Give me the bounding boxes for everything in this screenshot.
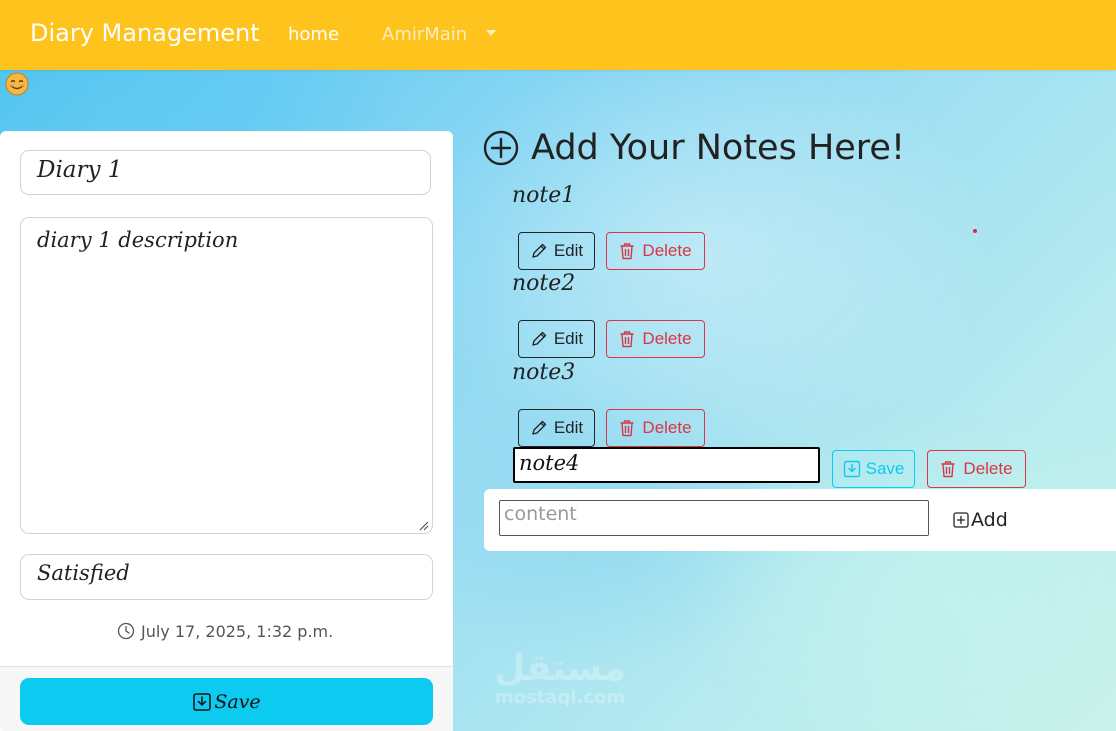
resize-grip-icon[interactable] xyxy=(418,520,429,531)
watermark-logo: مستقل mostaql.com xyxy=(490,650,630,708)
note-3-delete-button[interactable]: Delete xyxy=(606,409,705,447)
brand-link[interactable]: Diary Management xyxy=(30,19,260,47)
note-1-delete-button[interactable]: Delete xyxy=(606,232,705,270)
pencil-icon xyxy=(532,331,547,346)
navbar: Diary Management home AmirMain xyxy=(0,0,1116,70)
trash-icon xyxy=(620,243,634,260)
nav-home-link[interactable]: home xyxy=(288,24,339,45)
plus-square-icon xyxy=(953,512,969,528)
pencil-icon xyxy=(532,243,547,258)
smiley-icon xyxy=(5,72,29,96)
note-4-delete-button[interactable]: Delete xyxy=(927,450,1026,488)
edit-label: Edit xyxy=(553,418,584,437)
watermark-arabic: مستقل xyxy=(494,648,626,689)
note-1-edit-button[interactable]: Edit xyxy=(518,232,595,270)
note-save-button[interactable]: Save xyxy=(832,450,915,488)
note-label-3: note3 xyxy=(512,360,576,385)
trash-icon xyxy=(941,461,955,478)
nav-user-dropdown[interactable]: AmirMain xyxy=(382,24,467,45)
note-label-1: note1 xyxy=(512,183,576,208)
diary-mood-input[interactable]: Satisfied xyxy=(20,554,433,600)
trash-icon xyxy=(620,420,634,437)
note-content-input[interactable]: content xyxy=(499,500,929,536)
note-edit-input[interactable]: note4 xyxy=(513,447,820,483)
note-2-edit-button[interactable]: Edit xyxy=(518,320,595,358)
diary-save-button[interactable]: Save xyxy=(20,678,433,725)
edit-label: Edit xyxy=(553,329,584,348)
diary-description-textarea[interactable]: diary 1 description xyxy=(20,217,433,534)
caret-down-icon[interactable] xyxy=(486,30,496,36)
clock-icon xyxy=(117,622,135,640)
delete-label: Delete xyxy=(642,241,692,260)
note-3-edit-button[interactable]: Edit xyxy=(518,409,595,447)
save-icon xyxy=(193,692,212,711)
add-label: Add xyxy=(971,509,1008,531)
note-2-delete-button[interactable]: Delete xyxy=(606,320,705,358)
note-label-2: note2 xyxy=(512,271,576,296)
trash-icon xyxy=(620,331,634,348)
pencil-icon xyxy=(532,420,547,435)
delete-label: Delete xyxy=(642,329,692,348)
add-note-button[interactable]: Add xyxy=(953,507,1008,533)
diary-date: July 17, 2025, 1:32 p.m. xyxy=(141,622,334,641)
save-label: Save xyxy=(865,459,905,478)
delete-label: Delete xyxy=(963,459,1013,478)
watermark-latin: mostaql.com xyxy=(494,687,626,708)
diary-save-label: Save xyxy=(214,690,261,713)
diary-title-input[interactable]: Diary 1 xyxy=(20,150,431,195)
cursor-dot xyxy=(973,229,977,233)
edit-label: Edit xyxy=(553,241,584,260)
notes-heading: Add Your Notes Here! xyxy=(483,128,905,168)
plus-circle-icon[interactable] xyxy=(483,130,519,166)
delete-label: Delete xyxy=(642,418,692,437)
notes-heading-text: Add Your Notes Here! xyxy=(531,128,905,168)
save-icon xyxy=(843,460,860,478)
